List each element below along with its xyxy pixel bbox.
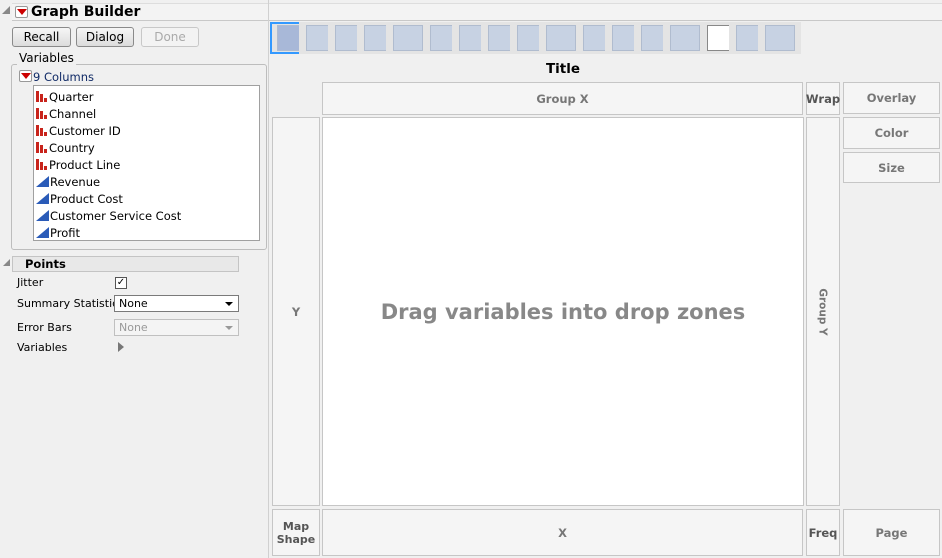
nominal-icon bbox=[36, 142, 48, 153]
error-bars-label: Error Bars bbox=[17, 321, 72, 334]
columns-menu[interactable] bbox=[19, 70, 32, 82]
column-name: Country bbox=[49, 140, 95, 155]
column-item[interactable]: Profit bbox=[34, 224, 259, 241]
recall-button[interactable]: Recall bbox=[12, 27, 71, 47]
size-zone[interactable]: Size bbox=[843, 152, 940, 183]
variables-option-label: Variables bbox=[17, 341, 68, 354]
column-item[interactable]: Quarter bbox=[34, 88, 259, 105]
graph-title[interactable]: Title bbox=[322, 61, 804, 77]
collapse-triangle-icon[interactable] bbox=[2, 6, 10, 14]
graph-builder-header bbox=[12, 3, 942, 21]
column-name: Product Cost bbox=[50, 191, 123, 206]
drop-zone-placeholder: Drag variables into drop zones bbox=[380, 299, 746, 324]
variables-label: Variables bbox=[17, 51, 76, 65]
group-y-label: Group Y bbox=[817, 287, 830, 336]
red-triangle-icon bbox=[16, 9, 27, 15]
nominal-icon bbox=[36, 108, 48, 119]
overlay-zone[interactable]: Overlay bbox=[843, 82, 940, 114]
color-zone[interactable]: Color bbox=[843, 117, 940, 149]
column-name: Quarter bbox=[49, 89, 94, 104]
column-item[interactable]: Customer ID bbox=[34, 122, 259, 139]
continuous-icon bbox=[36, 210, 49, 221]
columns-count: 9 Columns bbox=[33, 70, 95, 84]
column-name: Profit bbox=[50, 225, 80, 240]
wrap-zone[interactable]: Wrap bbox=[806, 82, 840, 115]
done-button[interactable]: Done bbox=[141, 27, 199, 47]
jitter-checkbox[interactable]: ✓ bbox=[115, 277, 127, 289]
column-item[interactable]: Country bbox=[34, 139, 259, 156]
element-map-shapes-button[interactable] bbox=[758, 22, 801, 54]
column-name: Customer Service Cost bbox=[50, 208, 182, 223]
nominal-icon bbox=[36, 91, 48, 102]
summary-statistic-value: None bbox=[119, 297, 148, 310]
x-zone[interactable]: X bbox=[322, 509, 803, 556]
column-list[interactable]: Quarter Channel Customer ID Country Product … bbox=[33, 85, 260, 241]
nominal-icon bbox=[36, 125, 48, 136]
continuous-icon bbox=[36, 176, 49, 187]
continuous-icon bbox=[36, 193, 49, 204]
column-item[interactable]: Channel bbox=[34, 105, 259, 122]
nominal-icon bbox=[36, 159, 48, 170]
app-title: Graph Builder bbox=[31, 4, 141, 20]
column-name: Customer ID bbox=[49, 123, 121, 138]
error-bars-value: None bbox=[119, 321, 148, 334]
column-item[interactable]: Product Cost bbox=[34, 190, 259, 207]
divider bbox=[268, 0, 269, 558]
red-triangle-icon bbox=[20, 73, 31, 79]
dialog-button[interactable]: Dialog bbox=[76, 27, 134, 47]
column-name: Product Line bbox=[49, 157, 121, 172]
summary-statistic-select[interactable]: None bbox=[114, 295, 239, 312]
freq-zone[interactable]: Freq bbox=[806, 509, 840, 556]
group-x-zone[interactable]: Group X bbox=[322, 82, 803, 115]
chevron-down-icon bbox=[225, 326, 233, 330]
points-section-header[interactable]: Points bbox=[12, 256, 239, 272]
contour-icon bbox=[392, 25, 423, 51]
disclosure-triangle-icon[interactable] bbox=[118, 342, 124, 352]
column-name: Revenue bbox=[50, 174, 101, 189]
y-zone[interactable]: Y bbox=[272, 117, 320, 506]
collapse-triangle-icon[interactable] bbox=[3, 259, 10, 266]
chevron-down-icon bbox=[225, 302, 233, 306]
red-triangle-menu[interactable] bbox=[15, 6, 28, 18]
mosaic-icon bbox=[669, 25, 700, 51]
jitter-label: Jitter bbox=[17, 276, 44, 289]
continuous-icon bbox=[36, 227, 49, 238]
summary-statistic-label: Summary Statistic bbox=[17, 297, 119, 310]
column-name: Channel bbox=[49, 106, 97, 121]
group-y-zone[interactable]: Group Y bbox=[806, 117, 840, 506]
map-shape-zone[interactable]: Map Shape bbox=[272, 509, 320, 556]
graph-area[interactable]: Drag variables into drop zones bbox=[322, 117, 804, 506]
map-shapes-icon bbox=[764, 25, 795, 51]
column-item[interactable]: Revenue bbox=[34, 173, 259, 190]
column-item[interactable]: Customer Service Cost bbox=[34, 207, 259, 224]
histogram-icon bbox=[545, 25, 576, 51]
error-bars-select[interactable]: None bbox=[114, 319, 239, 336]
page-zone[interactable]: Page bbox=[843, 509, 940, 556]
column-item[interactable]: Product Line bbox=[34, 156, 259, 173]
